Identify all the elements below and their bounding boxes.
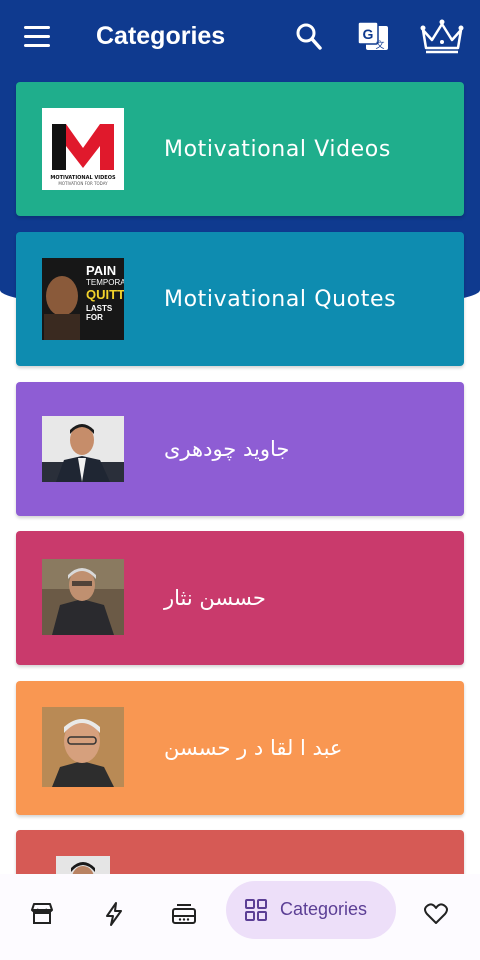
thumb-text-line: TEMPORA <box>86 278 124 287</box>
svg-text:G: G <box>363 26 374 42</box>
menu-icon[interactable] <box>24 26 52 48</box>
category-label: عبد ا لقا د ر حسسن <box>164 736 343 760</box>
category-label: Motivational Quotes <box>164 286 397 312</box>
motivational-quotes-thumbnail: PAIN TEMPORA QUITTI LASTS FOR <box>42 258 124 340</box>
thumb-subcaption: MOTIVATION FOR TODAY <box>58 181 108 186</box>
motivational-videos-thumbnail: MOTIVATIONAL VIDEOS MOTIVATION FOR TODAY <box>42 108 124 190</box>
page-title: Categories <box>96 22 226 50</box>
category-label: جاوید چودھری <box>164 437 290 461</box>
inbox-icon[interactable] <box>164 894 204 934</box>
author-photo <box>42 559 124 635</box>
category-card-motivational-quotes[interactable]: PAIN TEMPORA QUITTI LASTS FOR Motivation… <box>16 232 464 366</box>
favorites-icon[interactable] <box>416 894 456 934</box>
search-icon[interactable] <box>294 20 324 54</box>
author-photo <box>42 707 124 787</box>
category-card-motivational-videos[interactable]: MOTIVATIONAL VIDEOS MOTIVATION FOR TODAY… <box>16 82 464 216</box>
flash-icon[interactable] <box>94 894 134 934</box>
category-card-javed-chaudhry[interactable]: جاوید چودھری <box>16 382 464 516</box>
nav-active-label: Categories <box>280 899 368 919</box>
category-card-abdul-qadir-hassan[interactable]: عبد ا لقا د ر حسسن <box>16 681 464 815</box>
store-icon[interactable] <box>22 894 62 934</box>
app-bar: Categories G 文 <box>0 0 480 76</box>
nav-item-categories[interactable]: Categories <box>226 881 396 939</box>
thumb-text-line: LASTS FOR <box>86 304 113 322</box>
translate-icon[interactable]: G 文 <box>356 20 390 54</box>
categories-icon <box>244 898 268 926</box>
category-label: Motivational Videos <box>164 136 391 162</box>
category-card-hassan-nisar[interactable]: حسسن نثار <box>16 531 464 665</box>
author-photo <box>42 416 124 482</box>
category-label: حسسن نثار <box>164 586 266 610</box>
thumb-text-line: PAIN <box>86 263 117 278</box>
thumb-text-line: QUITTI <box>86 287 124 302</box>
crown-icon[interactable] <box>418 16 466 56</box>
svg-text:文: 文 <box>375 39 384 51</box>
